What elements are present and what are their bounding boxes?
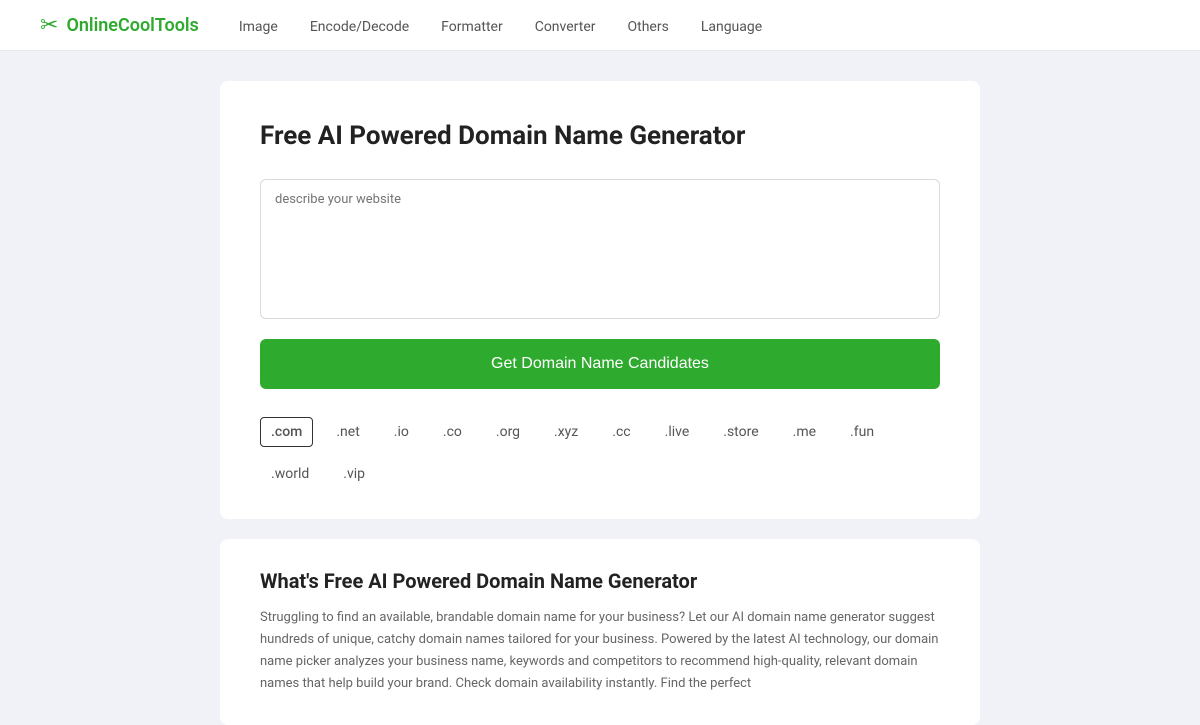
nav-link-formatter[interactable]: Formatter xyxy=(441,19,503,35)
tld-item-io[interactable]: .io xyxy=(383,417,420,447)
page-title: Free AI Powered Domain Name Generator xyxy=(260,121,940,151)
info-card: What's Free AI Powered Domain Name Gener… xyxy=(220,539,980,725)
tld-item-net[interactable]: .net xyxy=(325,417,370,447)
nav-link-converter[interactable]: Converter xyxy=(535,19,596,35)
info-text: Struggling to find an available, brandab… xyxy=(260,607,940,695)
info-section: What's Free AI Powered Domain Name Gener… xyxy=(0,539,1200,725)
nav-link-encode-decode[interactable]: Encode/Decode xyxy=(310,19,409,35)
navbar: ✂ OnlineCoolTools Image Encode/Decode Form… xyxy=(0,0,1200,51)
tld-item-live[interactable]: .live xyxy=(654,417,701,447)
nav-link-image[interactable]: Image xyxy=(239,19,278,35)
nav-links: Image Encode/Decode Formatter Converter Othe… xyxy=(239,16,762,35)
tld-item-me[interactable]: .me xyxy=(782,417,827,447)
tld-item-xyz[interactable]: .xyz xyxy=(543,417,589,447)
generate-button[interactable]: Get Domain Name Candidates xyxy=(260,339,940,389)
content-card: Free AI Powered Domain Name Generator Ge… xyxy=(220,81,980,519)
tld-item-store[interactable]: .store xyxy=(712,417,769,447)
nav-link-others[interactable]: Others xyxy=(627,19,668,35)
tld-item-fun[interactable]: .fun xyxy=(839,417,885,447)
nav-link-language[interactable]: Language xyxy=(701,19,762,35)
tld-item-co[interactable]: .co xyxy=(432,417,473,447)
tld-item-cc[interactable]: .cc xyxy=(601,417,641,447)
brand-link[interactable]: ✂ OnlineCoolTools xyxy=(40,13,199,38)
tld-item-com[interactable]: .com xyxy=(260,417,313,447)
tld-item-vip[interactable]: .vip xyxy=(332,459,376,489)
tld-item-world[interactable]: .world xyxy=(260,459,320,489)
tld-item-org[interactable]: .org xyxy=(485,417,531,447)
description-textarea[interactable] xyxy=(260,179,940,319)
brand-icon: ✂ xyxy=(40,13,58,38)
main-content: Free AI Powered Domain Name Generator Ge… xyxy=(0,51,1200,519)
brand-name: OnlineCoolTools xyxy=(66,15,198,36)
tld-row: .com .net .io .co .org .xyz .cc .live .store .me.… xyxy=(260,417,940,489)
info-title: What's Free AI Powered Domain Name Gener… xyxy=(260,569,940,593)
